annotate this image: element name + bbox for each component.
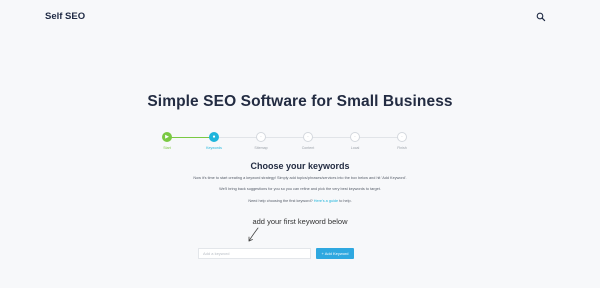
site-logo[interactable]: Self SEO — [45, 11, 85, 22]
step-keywords[interactable]: ● Keywords — [194, 132, 234, 150]
play-icon: ▶ — [162, 132, 172, 142]
flag-icon: · — [397, 132, 407, 142]
step-start[interactable]: ▶ Start — [147, 132, 187, 150]
step-label: Sitemap — [254, 146, 268, 150]
page-title: Simple SEO Software for Small Business — [147, 93, 453, 110]
arrow-down-icon — [248, 227, 259, 242]
section-heading: Choose your keywords — [250, 161, 350, 171]
intro-text: Now it's time to start creating a keywor… — [193, 176, 407, 180]
add-keyword-button[interactable]: + Add Keyword — [316, 248, 354, 259]
step-label: Keywords — [206, 146, 222, 150]
pin-icon: · — [350, 132, 360, 142]
sitemap-icon: · — [256, 132, 266, 142]
suggestions-text: We'll bring back suggestions for you so … — [219, 187, 381, 191]
step-label: Start — [163, 146, 171, 150]
step-label: Finish — [397, 146, 407, 150]
help-prefix: Need help choosing the first keyword? — [248, 199, 314, 203]
step-label: Local — [350, 146, 360, 150]
content-icon: · — [303, 132, 313, 142]
step-finish[interactable]: · Finish — [382, 132, 422, 150]
guide-link[interactable]: Here's a guide — [314, 199, 338, 203]
search-icon: ● — [209, 132, 219, 142]
progress-stepper: ▶ Start ● Keywords · Sitemap · Content ·… — [0, 132, 600, 158]
help-suffix: to help. — [338, 199, 352, 203]
step-local[interactable]: · Local — [335, 132, 375, 150]
step-sitemap[interactable]: · Sitemap — [241, 132, 281, 150]
step-label: Content — [301, 146, 315, 150]
help-text: Need help choosing the first keyword? He… — [0, 199, 600, 203]
step-content[interactable]: · Content — [288, 132, 328, 150]
handwritten-hint: add your first keyword below — [252, 217, 348, 226]
search-icon[interactable] — [536, 12, 546, 22]
top-bar: Self SEO — [0, 0, 600, 34]
keyword-input[interactable] — [198, 248, 311, 259]
